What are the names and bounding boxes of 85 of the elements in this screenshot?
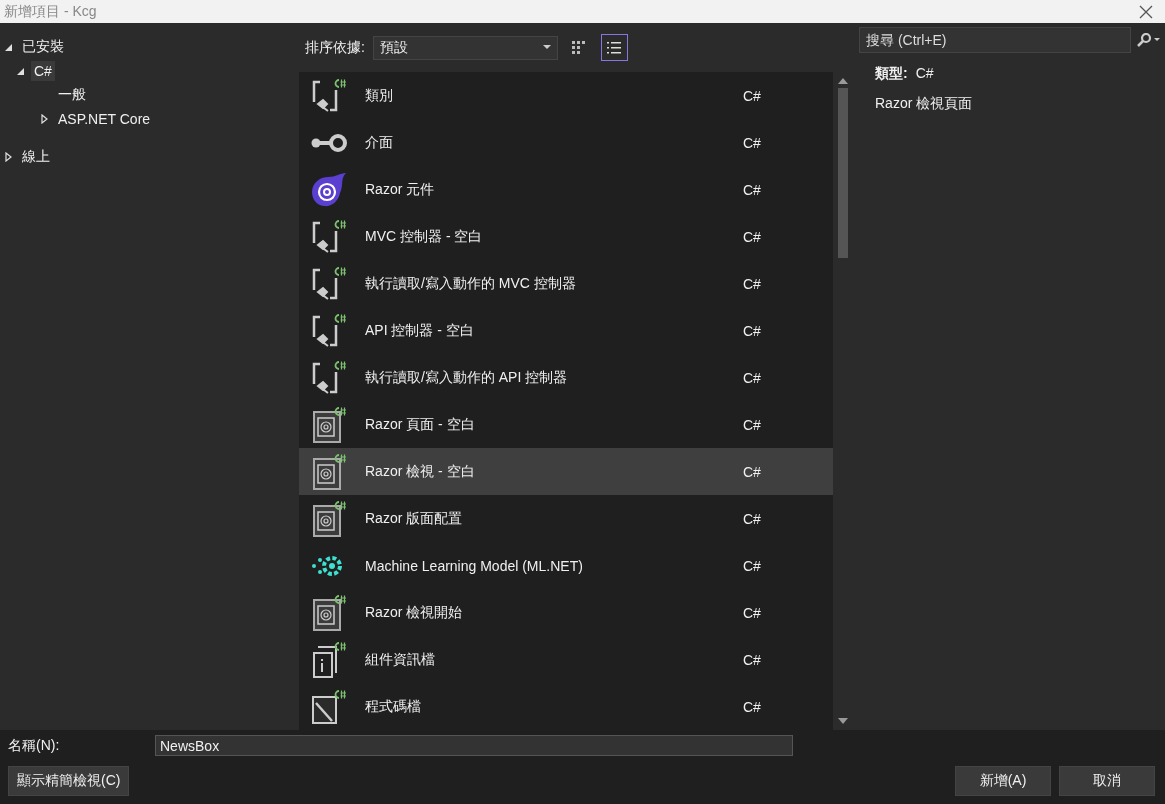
template-name: Machine Learning Model (ML.NET) <box>364 557 584 574</box>
template-language: C# <box>743 463 762 480</box>
collapsed-arrow-icon[interactable] <box>39 114 49 124</box>
razor-component-icon <box>310 170 348 209</box>
close-icon[interactable] <box>1139 4 1153 19</box>
template-language: C# <box>743 369 762 386</box>
class-file-icon <box>310 218 348 255</box>
razor-file-icon <box>310 499 348 538</box>
class-file-icon <box>310 77 348 114</box>
collapsed-arrow-icon[interactable] <box>3 152 13 162</box>
code-file-icon <box>310 688 348 725</box>
description: Razor 檢視頁面 <box>875 95 974 113</box>
template-language: C# <box>743 651 762 668</box>
template-name: Razor 檢視 - 空白 <box>364 462 476 481</box>
type-label: 類型: <box>875 65 908 83</box>
template-name: 類別 <box>364 86 394 105</box>
tree-item[interactable]: 線上 <box>19 146 53 168</box>
template-row[interactable]: Razor 檢視 - 空白 C# <box>299 448 833 495</box>
template-row[interactable]: 介面 C# <box>299 119 833 166</box>
expanded-arrow-icon[interactable] <box>15 66 25 76</box>
caret-icon <box>542 45 551 50</box>
template-row[interactable]: 組件資訊檔 C# <box>299 636 833 683</box>
template-language: C# <box>743 181 762 198</box>
compact-view-button[interactable]: 顯示精簡檢視(C) <box>8 766 130 796</box>
grid-icon <box>571 39 588 56</box>
tree-item[interactable]: ASP.NET Core <box>55 109 154 129</box>
template-language: C# <box>743 87 762 104</box>
template-name: 程式碼檔 <box>364 697 422 716</box>
list-view-button[interactable] <box>600 34 628 61</box>
sort-label: 排序依據: <box>305 38 365 57</box>
template-name: MVC 控制器 - 空白 <box>364 227 484 246</box>
expanded-arrow-icon[interactable] <box>3 42 13 52</box>
template-row[interactable]: Razor 版面配置 C# <box>299 495 833 542</box>
template-name: Razor 版面配置 <box>364 509 464 528</box>
tree-item[interactable]: C# <box>31 61 55 81</box>
scroll-up-icon[interactable] <box>838 78 848 84</box>
search-field[interactable]: 搜尋 (Ctrl+E) <box>859 27 1131 53</box>
template-name: 組件資訊檔 <box>364 650 436 669</box>
template-name: Razor 頁面 - 空白 <box>364 415 476 434</box>
template-language: C# <box>743 416 762 433</box>
template-language: C# <box>743 275 762 292</box>
template-language: C# <box>743 134 762 151</box>
window-title: 新增項目 - Kcg <box>4 2 97 21</box>
template-language: C# <box>743 557 762 574</box>
razor-file-icon <box>310 405 348 444</box>
template-name: Razor 元件 <box>364 180 436 199</box>
list-icon <box>606 40 623 55</box>
cancel-button[interactable]: 取消 <box>1059 766 1155 796</box>
add-button[interactable]: 新增(A) <box>955 766 1051 796</box>
template-row[interactable]: MVC 控制器 - 空白 C# <box>299 213 833 260</box>
template-language: C# <box>743 698 762 715</box>
sort-dropdown[interactable]: 預設 <box>372 35 558 60</box>
template-row[interactable]: 類別 C# <box>299 72 833 119</box>
template-name: 執行讀取/寫入動作的 API 控制器 <box>364 368 569 387</box>
template-row[interactable]: Razor 元件 C# <box>299 166 833 213</box>
template-name: 執行讀取/寫入動作的 MVC 控制器 <box>364 274 577 293</box>
template-name: API 控制器 - 空白 <box>364 321 475 340</box>
template-row[interactable]: Razor 檢視開始 C# <box>299 589 833 636</box>
template-language: C# <box>743 510 762 527</box>
razor-file-icon <box>310 452 348 491</box>
type-value: C# <box>915 65 934 83</box>
template-language: C# <box>743 228 762 245</box>
template-row[interactable]: Razor 頁面 - 空白 C# <box>299 401 833 448</box>
scroll-down-icon[interactable] <box>838 718 848 724</box>
tree-item[interactable]: 已安裝 <box>19 36 67 58</box>
template-row[interactable]: 執行讀取/寫入動作的 MVC 控制器 C# <box>299 260 833 307</box>
info-file-icon <box>310 640 348 679</box>
tree-item[interactable]: 一般 <box>55 84 89 106</box>
template-name: 介面 <box>364 133 394 152</box>
template-language: C# <box>743 322 762 339</box>
template-name: Razor 檢視開始 <box>364 603 464 622</box>
class-file-icon <box>310 312 348 349</box>
template-row[interactable]: 執行讀取/寫入動作的 API 控制器 C# <box>299 354 833 401</box>
scrollbar-thumb[interactable] <box>838 88 848 258</box>
template-row[interactable]: API 控制器 - 空白 C# <box>299 307 833 354</box>
template-language: C# <box>743 604 762 621</box>
razor-file-icon <box>310 593 348 632</box>
name-input[interactable]: NewsBox <box>155 735 793 756</box>
name-label: 名稱(N): <box>8 736 61 755</box>
template-row[interactable]: Machine Learning Model (ML.NET) C# <box>299 542 833 589</box>
template-row[interactable]: 程式碼檔 C# <box>299 683 833 730</box>
interface-icon <box>310 132 348 153</box>
class-file-icon <box>310 265 348 302</box>
search-icon <box>1135 33 1161 47</box>
class-file-icon <box>310 359 348 396</box>
